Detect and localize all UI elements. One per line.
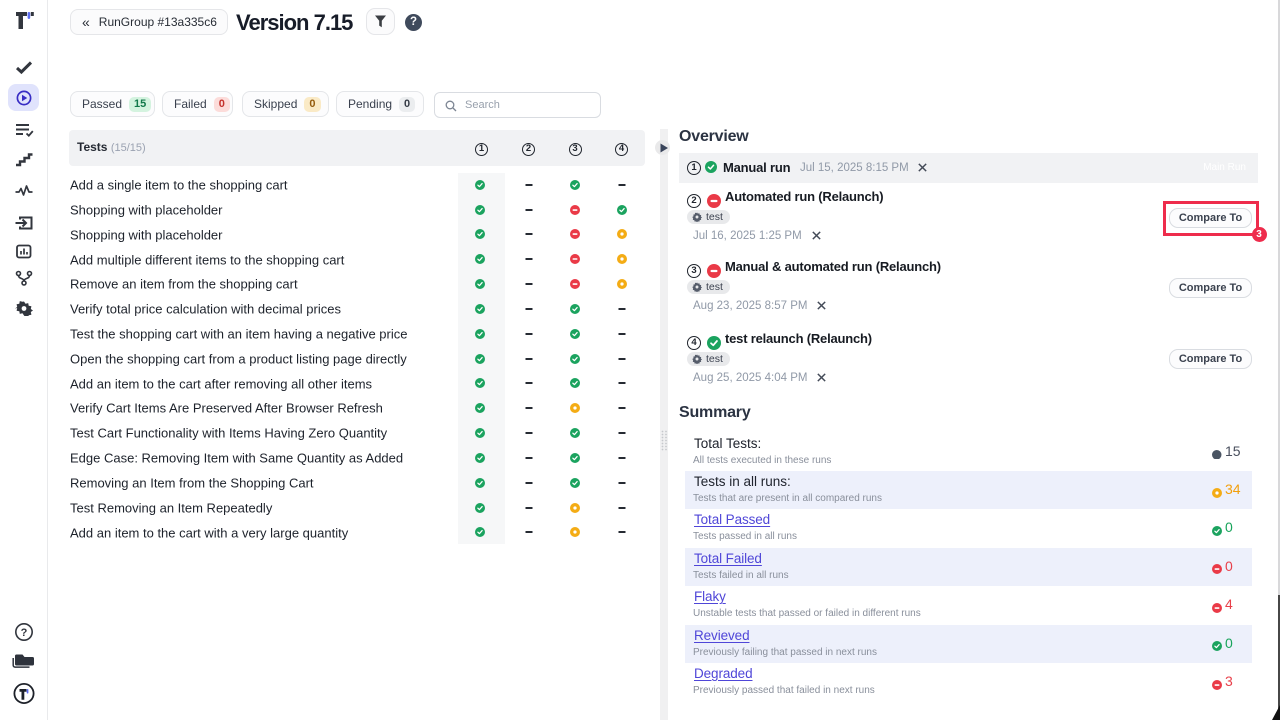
svg-text:?: ? <box>21 627 28 639</box>
